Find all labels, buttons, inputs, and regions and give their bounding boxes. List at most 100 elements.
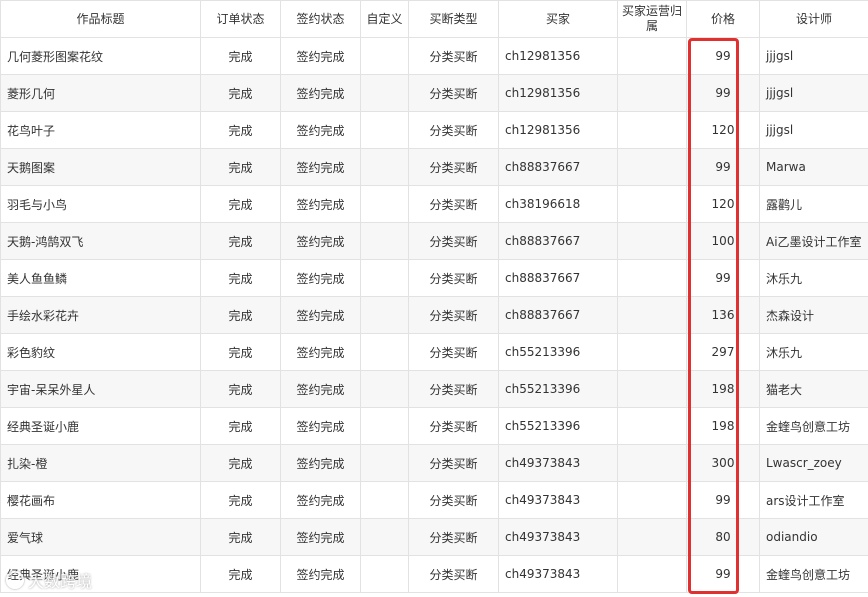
cell-buyout-type: 分类买断 xyxy=(408,259,499,297)
cell-order-status: 完成 xyxy=(200,407,281,445)
cell-sign-status: 签约完成 xyxy=(280,37,361,75)
header-custom[interactable]: 自定义 xyxy=(360,0,409,38)
cell-price: 99 xyxy=(686,37,760,75)
cell-buyer-ops xyxy=(617,37,687,75)
table-header-row: 作品标题 订单状态 签约状态 自定义 买断类型 买家 买家运营归属 价格 设计师 xyxy=(0,0,868,38)
cell-custom xyxy=(360,74,409,112)
header-sign-status[interactable]: 签约状态 xyxy=(280,0,361,38)
cell-custom xyxy=(360,37,409,75)
table-row[interactable]: 几何菱形图案花纹 完成 签约完成 分类买断 ch12981356 99 jjjgsl xyxy=(0,37,868,75)
cell-custom xyxy=(360,370,409,408)
table-row[interactable]: 天鹅图案 完成 签约完成 分类买断 ch88837667 99 Marwa xyxy=(0,148,868,186)
table-row[interactable]: 扎染-橙 完成 签约完成 分类买断 ch49373843 300 Lwascr_zoey xyxy=(0,444,868,482)
table-row[interactable]: 天鹅-鸿鹄双飞 完成 签约完成 分类买断 ch88837667 100 Ai乙墨设计工作室 xyxy=(0,222,868,260)
cell-price: 198 xyxy=(686,370,760,408)
cell-buyer: ch49373843 xyxy=(498,518,618,556)
cell-price: 136 xyxy=(686,296,760,334)
cell-buyer: ch55213396 xyxy=(498,333,618,371)
cell-buyer: ch38196618 xyxy=(498,185,618,223)
cell-order-status: 完成 xyxy=(200,518,281,556)
cell-buyer: ch49373843 xyxy=(498,481,618,519)
cell-order-status: 完成 xyxy=(200,185,281,223)
header-order-status[interactable]: 订单状态 xyxy=(200,0,281,38)
cell-buyout-type: 分类买断 xyxy=(408,148,499,186)
cell-title: 天鹅图案 xyxy=(0,148,201,186)
cell-buyer: ch88837667 xyxy=(498,259,618,297)
cell-buyer: ch88837667 xyxy=(498,148,618,186)
cell-title: 天鹅-鸿鹄双飞 xyxy=(0,222,201,260)
table-row[interactable]: 菱形几何 完成 签约完成 分类买断 ch12981356 99 jjjgsl xyxy=(0,74,868,112)
cell-buyer: ch12981356 xyxy=(498,74,618,112)
cell-sign-status: 签约完成 xyxy=(280,555,361,593)
cell-buyout-type: 分类买断 xyxy=(408,444,499,482)
cell-sign-status: 签约完成 xyxy=(280,333,361,371)
watermark: 大数跨境 xyxy=(6,568,92,592)
cell-title: 扎染-橙 xyxy=(0,444,201,482)
cell-order-status: 完成 xyxy=(200,333,281,371)
cell-price: 99 xyxy=(686,74,760,112)
cell-order-status: 完成 xyxy=(200,37,281,75)
cell-price: 300 xyxy=(686,444,760,482)
cell-sign-status: 签约完成 xyxy=(280,370,361,408)
header-buyer-ops[interactable]: 买家运营归属 xyxy=(617,0,687,38)
cell-price: 80 xyxy=(686,518,760,556)
cell-buyer-ops xyxy=(617,74,687,112)
cell-buyout-type: 分类买断 xyxy=(408,296,499,334)
cell-order-status: 完成 xyxy=(200,370,281,408)
cell-custom xyxy=(360,296,409,334)
cell-designer: 沐乐九 xyxy=(759,259,868,297)
table-row[interactable]: 经典圣诞小鹿 完成 签约完成 分类买断 ch49373843 99 金蝰鸟创意工坊 xyxy=(0,555,868,593)
cell-buyout-type: 分类买断 xyxy=(408,407,499,445)
cell-sign-status: 签约完成 xyxy=(280,111,361,149)
table-row[interactable]: 爱气球 完成 签约完成 分类买断 ch49373843 80 odiandio xyxy=(0,518,868,556)
table-row[interactable]: 手绘水彩花卉 完成 签约完成 分类买断 ch88837667 136 杰森设计 xyxy=(0,296,868,334)
table-row[interactable]: 美人鱼鱼鳞 完成 签约完成 分类买断 ch88837667 99 沐乐九 xyxy=(0,259,868,297)
cell-order-status: 完成 xyxy=(200,111,281,149)
cell-sign-status: 签约完成 xyxy=(280,481,361,519)
cell-buyer-ops xyxy=(617,259,687,297)
cell-buyer-ops xyxy=(617,333,687,371)
cell-title: 菱形几何 xyxy=(0,74,201,112)
table-row[interactable]: 宇宙-呆呆外星人 完成 签约完成 分类买断 ch55213396 198 猫老大 xyxy=(0,370,868,408)
cell-buyer-ops xyxy=(617,481,687,519)
cell-buyer-ops xyxy=(617,444,687,482)
cell-buyout-type: 分类买断 xyxy=(408,333,499,371)
cell-designer: jjjgsl xyxy=(759,74,868,112)
cell-title: 宇宙-呆呆外星人 xyxy=(0,370,201,408)
cell-sign-status: 签约完成 xyxy=(280,296,361,334)
cell-buyer-ops xyxy=(617,296,687,334)
table-row[interactable]: 羽毛与小鸟 完成 签约完成 分类买断 ch38196618 120 露鹳儿 xyxy=(0,185,868,223)
cell-buyout-type: 分类买断 xyxy=(408,370,499,408)
header-buyout-type[interactable]: 买断类型 xyxy=(408,0,499,38)
cell-price: 100 xyxy=(686,222,760,260)
header-price[interactable]: 价格 xyxy=(686,0,760,38)
cell-order-status: 完成 xyxy=(200,222,281,260)
cell-buyer-ops xyxy=(617,222,687,260)
cell-designer: jjjgsl xyxy=(759,111,868,149)
cell-buyer-ops xyxy=(617,185,687,223)
table-row[interactable]: 樱花画布 完成 签约完成 分类买断 ch49373843 99 ars设计工作室 xyxy=(0,481,868,519)
cell-buyout-type: 分类买断 xyxy=(408,222,499,260)
cell-title: 樱花画布 xyxy=(0,481,201,519)
cell-title: 几何菱形图案花纹 xyxy=(0,37,201,75)
cell-price: 120 xyxy=(686,185,760,223)
cell-order-status: 完成 xyxy=(200,74,281,112)
cell-title: 羽毛与小鸟 xyxy=(0,185,201,223)
header-buyer[interactable]: 买家 xyxy=(498,0,618,38)
header-designer[interactable]: 设计师 xyxy=(759,0,868,38)
cell-price: 99 xyxy=(686,555,760,593)
cell-buyer-ops xyxy=(617,370,687,408)
cell-designer: ars设计工作室 xyxy=(759,481,868,519)
cell-buyout-type: 分类买断 xyxy=(408,74,499,112)
table-row[interactable]: 花鸟叶子 完成 签约完成 分类买断 ch12981356 120 jjjgsl xyxy=(0,111,868,149)
cell-designer: 金蝰鸟创意工坊 xyxy=(759,407,868,445)
orders-table: 作品标题 订单状态 签约状态 自定义 买断类型 买家 买家运营归属 价格 设计师 几何菱形图案花… xyxy=(0,0,868,593)
table-row[interactable]: 彩色豹纹 完成 签约完成 分类买断 ch55213396 297 沐乐九 xyxy=(0,333,868,371)
cell-buyer: ch49373843 xyxy=(498,444,618,482)
table-row[interactable]: 经典圣诞小鹿 完成 签约完成 分类买断 ch55213396 198 金蝰鸟创意工坊 xyxy=(0,407,868,445)
cell-order-status: 完成 xyxy=(200,444,281,482)
header-title[interactable]: 作品标题 xyxy=(0,0,201,38)
cell-designer: Marwa xyxy=(759,148,868,186)
cell-title: 经典圣诞小鹿 xyxy=(0,407,201,445)
cell-price: 297 xyxy=(686,333,760,371)
